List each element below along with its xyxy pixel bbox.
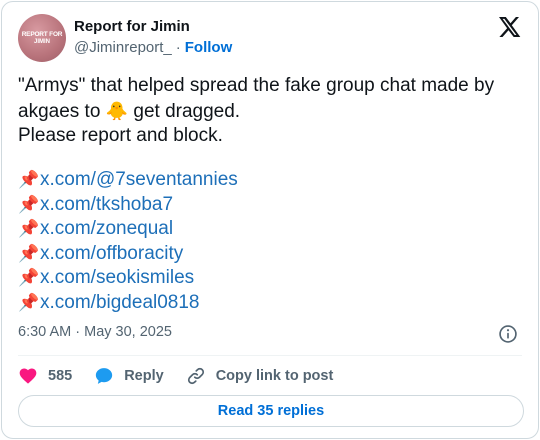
like-button[interactable]: 585 (18, 366, 72, 386)
link-icon (187, 367, 204, 385)
heart-icon (19, 368, 37, 384)
divider (18, 355, 522, 356)
pushpin-icon: 📌 (18, 243, 40, 263)
tweet-line-1: "Armys" that helped spread the fake grou… (18, 75, 495, 96)
tweet-embed-card: REPORT FOR JIMIN Report for Jimin @Jimin… (1, 1, 539, 439)
list-item: 📌 x.com/tkshoba7 (18, 193, 238, 218)
list-item: 📌 x.com/@7seventannies (18, 168, 238, 193)
post-time: 6:30 AM (18, 324, 72, 340)
copy-link-label: Copy link to post (215, 368, 334, 384)
tweet-line-3: Please report and block. (18, 125, 223, 146)
profile-link[interactable]: x.com/seokismiles (40, 267, 194, 289)
x-logo-icon[interactable] (497, 15, 521, 39)
list-item: 📌 x.com/zonequal (18, 217, 238, 242)
avatar-text-line2: JIMIN (33, 38, 50, 45)
link-list: 📌 x.com/@7seventannies 📌 x.com/tkshoba7 … (18, 168, 238, 315)
pushpin-icon: 📌 (18, 219, 40, 239)
reply-bubble-icon (96, 368, 113, 384)
tweet-line-2-start: akgaes to (18, 100, 106, 122)
handle-separator: · (175, 39, 181, 56)
timestamp[interactable]: 6:30 AM · May 30, 2025 (18, 324, 172, 340)
profile-link[interactable]: x.com/offboracity (40, 243, 183, 265)
author-handle-row: @Jiminreport_ · Follow (74, 39, 232, 56)
pushpin-icon: 📌 (18, 170, 40, 190)
tweet-line-2-end: get dragged. (128, 100, 241, 122)
list-item: 📌 x.com/offboracity (18, 242, 238, 267)
pushpin-icon: 📌 (18, 268, 40, 288)
copy-link-button[interactable]: Copy link to post (186, 366, 334, 386)
avatar-text-line1: REPORT FOR (21, 30, 63, 38)
reply-button[interactable]: Reply (94, 366, 164, 386)
list-item: 📌 x.com/bigdeal0818 (18, 291, 238, 316)
pushpin-icon: 📌 (18, 292, 40, 312)
reply-label: Reply (124, 368, 164, 384)
meta-separator: · (75, 324, 81, 340)
follow-button[interactable]: Follow (185, 39, 233, 56)
tweet-text: "Armys" that helped spread the fake grou… (18, 74, 526, 149)
author-name[interactable]: Report for Jimin (74, 18, 190, 35)
profile-link[interactable]: x.com/zonequal (40, 218, 173, 240)
profile-link[interactable]: x.com/bigdeal0818 (40, 292, 200, 314)
action-bar: 585 Reply Copy link to post (18, 364, 355, 388)
info-icon[interactable] (498, 324, 518, 344)
list-item: 📌 x.com/seokismiles (18, 266, 238, 291)
author-handle[interactable]: @Jiminreport_ (74, 39, 172, 56)
like-count: 585 (48, 368, 73, 384)
read-replies-button[interactable]: Read 35 replies (18, 395, 524, 427)
profile-link[interactable]: x.com/@7seventannies (40, 169, 238, 191)
chick-emoji-icon: 🐥 (105, 100, 129, 121)
post-date: May 30, 2025 (84, 324, 172, 340)
avatar[interactable]: REPORT FOR JIMIN (18, 14, 66, 62)
profile-link[interactable]: x.com/tkshoba7 (40, 194, 173, 216)
pushpin-icon: 📌 (18, 194, 40, 214)
